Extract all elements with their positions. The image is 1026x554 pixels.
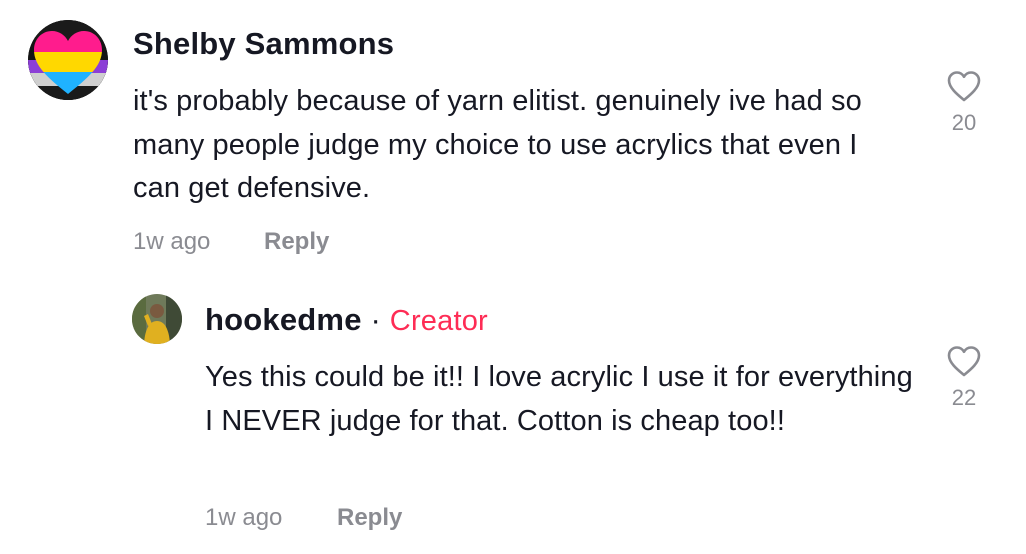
comment-username[interactable]: Shelby Sammons [133, 26, 394, 62]
like-button[interactable]: 20 [934, 70, 994, 136]
reply-button[interactable]: Reply [264, 228, 329, 256]
user-photo-avatar-icon [132, 294, 182, 344]
like-count: 22 [951, 385, 977, 410]
reply-button[interactable]: Reply [337, 504, 402, 532]
separator: · [361, 302, 390, 337]
like-button[interactable]: 22 [934, 345, 994, 411]
comment-timestamp: 1w ago [205, 504, 283, 531]
avatar[interactable] [132, 294, 182, 344]
reply-username-line: hookedme · Creator [205, 302, 488, 338]
creator-badge: Creator [389, 305, 488, 337]
comment-text: Yes this could be it!! I love acrylic I … [205, 361, 913, 437]
comment-text: it's probably because of yarn elitist. g… [133, 85, 862, 204]
pride-heart-avatar-icon [28, 20, 108, 100]
comment-timestamp: 1w ago [133, 228, 211, 255]
heart-outline-icon [947, 346, 981, 377]
avatar[interactable] [28, 20, 108, 100]
comment-username[interactable]: hookedme [205, 302, 362, 337]
heart-outline-icon [947, 71, 981, 102]
like-count: 20 [951, 110, 977, 135]
